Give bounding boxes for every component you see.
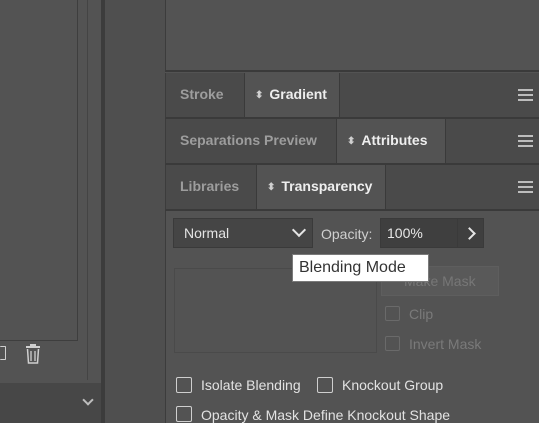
- opacity-value: 100%: [387, 225, 423, 241]
- invert-mask-label: Invert Mask: [409, 336, 482, 352]
- blending-mode-dropdown[interactable]: Normal: [173, 218, 313, 248]
- stroke-gradient-tabbar: Stroke ⬍ Gradient: [165, 73, 539, 119]
- workspace-gap: [105, 0, 165, 423]
- hamburger-icon[interactable]: [518, 135, 533, 147]
- chevron-right-icon: [463, 227, 476, 240]
- upper-panel-area: [165, 0, 539, 72]
- tab-label: Separations Preview: [180, 132, 317, 148]
- invert-mask-checkbox[interactable]: [385, 336, 400, 351]
- clip-checkbox[interactable]: [385, 306, 400, 321]
- chevron-down-icon: [291, 222, 307, 238]
- up-down-arrows-icon: ⬍: [267, 182, 276, 193]
- tab-label: Stroke: [180, 86, 224, 102]
- tab-label: Attributes: [361, 132, 428, 148]
- opacity-slider-button[interactable]: [457, 218, 484, 248]
- blending-mode-tooltip: Blending Mode: [292, 254, 429, 282]
- knockout-group-checkbox[interactable]: [317, 377, 333, 393]
- up-down-arrows-icon: ⬍: [255, 90, 264, 101]
- opacity-input[interactable]: 100%: [380, 218, 458, 248]
- tab-gradient[interactable]: ⬍ Gradient: [244, 73, 340, 117]
- tab-attributes[interactable]: ⬍ Attributes: [336, 119, 446, 163]
- up-down-arrows-icon: ⬍: [347, 136, 356, 147]
- tooltip-text: Blending Mode: [299, 259, 406, 276]
- tab-separations-preview[interactable]: Separations Preview: [166, 119, 336, 163]
- isolate-blending-label: Isolate Blending: [201, 377, 301, 393]
- tab-transparency[interactable]: ⬍ Transparency: [256, 165, 386, 209]
- new-layer-icon[interactable]: [0, 346, 6, 360]
- libraries-transparency-tabbar: Libraries ⬍ Transparency: [165, 165, 539, 211]
- isolate-blending-checkbox[interactable]: [176, 377, 192, 393]
- hamburger-icon[interactable]: [518, 89, 533, 101]
- clip-label: Clip: [409, 306, 434, 322]
- tab-label: Libraries: [180, 178, 240, 194]
- left-panel-list: [0, 0, 78, 341]
- tab-libraries[interactable]: Libraries: [166, 165, 256, 209]
- opacity-label: Opacity:: [321, 226, 373, 242]
- hamburger-icon[interactable]: [518, 181, 533, 193]
- tab-label: Gradient: [269, 86, 327, 102]
- tab-stroke[interactable]: Stroke: [166, 73, 244, 117]
- knockout-group-label: Knockout Group: [342, 377, 444, 393]
- opacity-mask-knockout-label: Opacity & Mask Define Knockout Shape: [201, 407, 451, 423]
- blending-mode-value: Normal: [184, 225, 230, 241]
- trash-icon[interactable]: [24, 344, 42, 364]
- opacity-mask-knockout-checkbox[interactable]: [176, 406, 192, 422]
- tab-label: Transparency: [281, 178, 373, 194]
- separations-attributes-tabbar: Separations Preview ⬍ Attributes: [165, 119, 539, 165]
